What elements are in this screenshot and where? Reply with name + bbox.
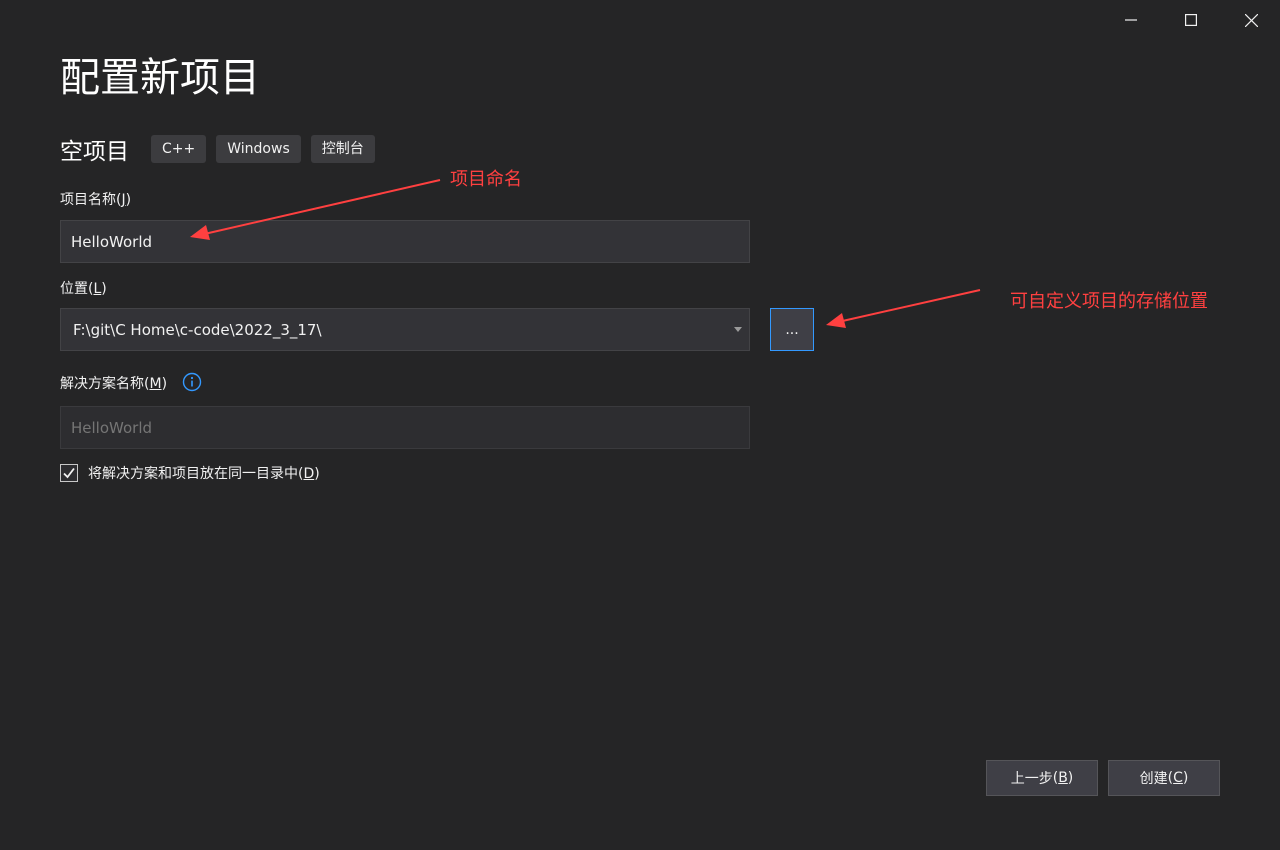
same-directory-option[interactable]: 将解决方案和项目放在同一目录中(D) <box>60 463 320 483</box>
location-value: F:\git\C Home\c-code\2022_3_17\ <box>73 320 322 339</box>
minimize-button[interactable] <box>1102 0 1160 40</box>
close-icon <box>1244 13 1258 27</box>
create-button[interactable]: 创建(C) <box>1108 760 1220 796</box>
arrow-to-browse-button <box>826 289 981 328</box>
solution-name-input <box>60 406 750 449</box>
project-name-label: 项目名称(J) <box>60 192 132 208</box>
minimize-icon <box>1125 19 1137 21</box>
checkmark-icon <box>63 467 75 479</box>
tag-project-type: 控制台 <box>310 135 375 163</box>
page-title: 配置新项目 <box>60 55 260 101</box>
maximize-button[interactable] <box>1162 0 1220 40</box>
tag-language: C++ <box>151 135 207 163</box>
maximize-icon <box>1185 14 1197 26</box>
template-info: 空项目 C++ Windows 控制台 <box>60 134 385 165</box>
annotation-project-name: 项目命名 <box>450 169 522 190</box>
solution-name-label: 解决方案名称(M) <box>60 376 168 392</box>
close-button[interactable] <box>1222 0 1280 40</box>
same-directory-checkbox[interactable] <box>60 464 78 482</box>
back-button[interactable]: 上一步(B) <box>986 760 1098 796</box>
location-combobox[interactable]: F:\git\C Home\c-code\2022_3_17\ <box>60 308 750 351</box>
info-icon[interactable] <box>182 372 202 392</box>
annotation-location: 可自定义项目的存储位置 <box>1010 291 1208 312</box>
tag-platform: Windows <box>216 135 301 163</box>
location-label: 位置(L) <box>60 281 107 297</box>
dropdown-arrow-icon[interactable] <box>727 309 749 350</box>
template-name: 空项目 <box>60 139 129 165</box>
same-directory-label: 将解决方案和项目放在同一目录中(D) <box>88 466 320 482</box>
project-name-input[interactable] <box>60 220 750 263</box>
browse-button[interactable]: ... <box>770 308 814 351</box>
